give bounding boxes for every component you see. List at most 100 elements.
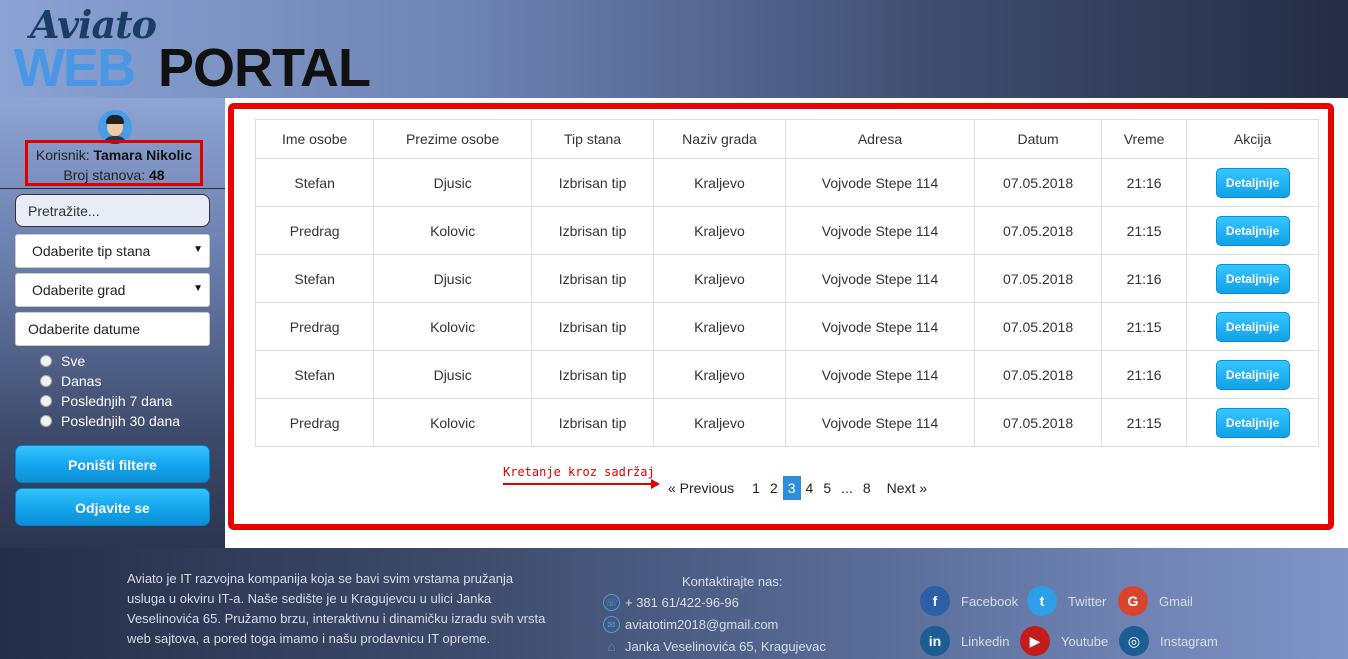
table-cell: Kraljevo <box>653 302 786 351</box>
action-cell: Detaljnije <box>1186 206 1319 255</box>
social-label: Twitter <box>1068 593 1107 609</box>
page-link[interactable]: 4 <box>801 476 819 500</box>
action-cell: Detaljnije <box>1186 398 1319 447</box>
column-header: Naziv grada <box>653 119 786 159</box>
radio-label: Sve <box>61 353 86 369</box>
table-header-row: Ime osobe Prezime osobe Tip stana Naziv gra… <box>254 119 1319 159</box>
radio-circle-icon[interactable] <box>40 375 52 387</box>
radio-all[interactable]: Sve <box>40 351 180 371</box>
next-page-link[interactable]: Next » <box>882 476 932 500</box>
dropdown-arrow-icon: ▼ <box>193 244 203 255</box>
email-text: aviatotim2018@gmail.com <box>625 617 779 632</box>
arrow-right-icon <box>503 479 660 489</box>
avatar <box>98 110 132 144</box>
details-button[interactable]: Detaljnije <box>1215 167 1290 198</box>
table-row: Stefan Djusic Izbrisan tip Kraljevo Vojvode … <box>254 158 1319 207</box>
social-link-twitter[interactable]: t Twitter <box>1027 586 1106 616</box>
contact-address: ⌂ Janka Veselinovića 65, Kragujevac <box>603 638 826 655</box>
apartment-count: 48 <box>149 167 165 183</box>
youtube-icon: ▶ <box>1020 626 1050 656</box>
page-link[interactable]: 5 <box>818 476 836 500</box>
table-cell: 07.05.2018 <box>974 302 1102 351</box>
page-link[interactable]: 3 <box>782 476 801 500</box>
radio-circle-icon[interactable] <box>40 395 52 407</box>
count-label: Broj stanova: <box>63 167 146 183</box>
type-select[interactable]: Odaberite tip stana ▼ <box>15 234 210 268</box>
column-header: Adresa <box>784 119 976 159</box>
table-cell: 07.05.2018 <box>974 206 1102 255</box>
social-link-linkedin[interactable]: in Linkedin <box>920 626 1009 656</box>
table-cell: Kolovic <box>373 206 532 255</box>
radio-label: Poslednjih 7 dana <box>61 393 173 409</box>
column-header: Akcija <box>1186 119 1319 159</box>
social-link-youtube[interactable]: ▶ Youtube <box>1020 626 1108 656</box>
pagination-ellipsis: ... <box>841 480 853 496</box>
logout-button[interactable]: Odjavite se <box>15 488 210 526</box>
instagram-icon: ◎ <box>1119 626 1149 656</box>
table-cell: Djusic <box>373 350 532 399</box>
page-link[interactable]: 2 <box>765 476 783 500</box>
logo[interactable]: Aviato WEB PORTAL <box>14 2 371 95</box>
table-cell: Izbrisan tip <box>530 254 655 303</box>
column-header: Vreme <box>1100 119 1188 159</box>
table-cell: 07.05.2018 <box>974 350 1102 399</box>
details-button[interactable]: Detaljnije <box>1215 215 1290 246</box>
table-cell: Kraljevo <box>653 350 786 399</box>
email-icon: ✉ <box>603 616 620 633</box>
column-header: Ime osobe <box>254 119 375 159</box>
home-icon: ⌂ <box>607 639 616 654</box>
details-button[interactable]: Detaljnije <box>1215 407 1290 438</box>
page-link[interactable]: 8 <box>858 476 876 500</box>
table-cell: 21:15 <box>1100 206 1188 255</box>
table-cell: Kolovic <box>373 398 532 447</box>
action-cell: Detaljnije <box>1186 350 1319 399</box>
date-picker[interactable]: Odaberite datume <box>15 312 210 346</box>
radio-7-days[interactable]: Poslednjih 7 dana <box>40 391 180 411</box>
table-cell: Stefan <box>254 350 375 399</box>
results-panel: Ime osobe Prezime osobe Tip stana Naziv gra… <box>228 103 1334 530</box>
details-button[interactable]: Detaljnije <box>1215 263 1290 294</box>
radio-30-days[interactable]: Poslednjih 30 dana <box>40 411 180 431</box>
table-cell: Vojvode Stepe 114 <box>784 350 976 399</box>
linkedin-icon: in <box>920 626 950 656</box>
date-range-radios: Sve Danas Poslednjih 7 dana Poslednjih 3… <box>40 351 180 431</box>
city-select[interactable]: Odaberite grad ▼ <box>15 273 210 307</box>
table-cell: Vojvode Stepe 114 <box>784 398 976 447</box>
page-link[interactable]: 1 <box>747 476 765 500</box>
table-cell: Kraljevo <box>653 158 786 207</box>
table-cell: 21:16 <box>1100 350 1188 399</box>
social-link-gmail[interactable]: G Gmail <box>1118 586 1193 616</box>
social-link-facebook[interactable]: f Facebook <box>920 586 1018 616</box>
column-header: Datum <box>974 119 1102 159</box>
user-name: Tamara Nikolic <box>93 147 193 163</box>
phone-icon: ☏ <box>603 594 620 611</box>
details-button[interactable]: Detaljnije <box>1215 359 1290 390</box>
contact-email[interactable]: ✉ aviatotim2018@gmail.com <box>603 616 778 633</box>
type-select-value: Odaberite tip stana <box>32 243 151 259</box>
dropdown-arrow-icon: ▼ <box>193 283 203 294</box>
table-cell: Vojvode Stepe 114 <box>784 302 976 351</box>
table-cell: Izbrisan tip <box>530 398 655 447</box>
sidebar: Korisnik: Tamara Nikolic Broj stanova: 4… <box>0 98 225 548</box>
table-cell: Stefan <box>254 158 375 207</box>
social-link-instagram[interactable]: ◎ Instagram <box>1119 626 1218 656</box>
contact-phone[interactable]: ☏ + 381 61/422-96-96 <box>603 594 739 611</box>
table-row: Stefan Djusic Izbrisan tip Kraljevo Vojvode … <box>254 350 1319 399</box>
radio-circle-icon[interactable] <box>40 355 52 367</box>
footer: Aviato je IT razvojna kompanija koja se … <box>0 548 1348 659</box>
divider <box>0 188 225 189</box>
search-input[interactable]: Pretražite... <box>15 194 210 227</box>
table-row: Predrag Kolovic Izbrisan tip Kraljevo Vojvod… <box>254 302 1319 351</box>
contact-title: Kontaktirajte nas: <box>682 574 783 589</box>
table-cell: 07.05.2018 <box>974 158 1102 207</box>
city-select-value: Odaberite grad <box>32 282 126 298</box>
radio-circle-icon[interactable] <box>40 415 52 427</box>
radio-label: Danas <box>61 373 102 389</box>
previous-page-link[interactable]: « Previous <box>663 476 739 500</box>
reset-filters-button[interactable]: Poništi filtere <box>15 445 210 483</box>
social-label: Instagram <box>1160 633 1218 649</box>
table-cell: Predrag <box>254 206 375 255</box>
radio-label: Poslednjih 30 dana <box>61 413 181 429</box>
details-button[interactable]: Detaljnije <box>1215 311 1290 342</box>
radio-today[interactable]: Danas <box>40 371 180 391</box>
